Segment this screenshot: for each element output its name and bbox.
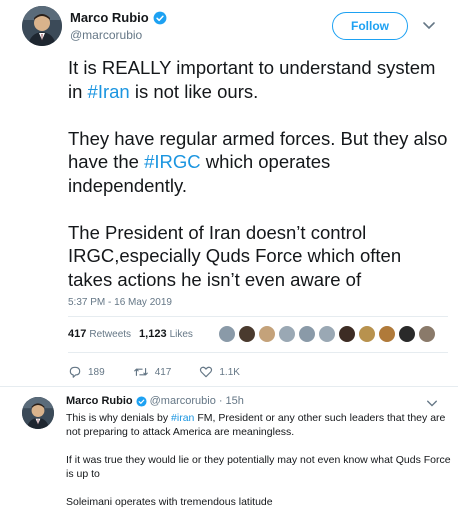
text-segment: is not like ours. bbox=[129, 80, 259, 102]
reply-author-handle[interactable]: @marcorubio bbox=[150, 395, 216, 407]
avatar-image bbox=[22, 6, 62, 46]
tweet-paragraph: The President of Iran doesn’t control IR… bbox=[68, 221, 448, 292]
author-name[interactable]: Marco Rubio bbox=[70, 10, 149, 25]
tweet-paragraph: It is REALLY important to understand sys… bbox=[68, 56, 448, 103]
text-segment: Soleimani operates with tremendous latit… bbox=[66, 496, 273, 508]
reply-paragraph: Soleimani operates with tremendous latit… bbox=[66, 495, 452, 509]
tweet-paragraph: They have regular armed forces. But they… bbox=[68, 127, 448, 198]
hashtag-link[interactable]: #Iran bbox=[88, 81, 130, 102]
follow-button[interactable]: Follow bbox=[332, 12, 408, 40]
author-block: Marco Rubio @marcorubio bbox=[70, 10, 167, 42]
liker-avatar[interactable] bbox=[278, 325, 296, 343]
divider bbox=[68, 352, 448, 353]
heart-icon bbox=[200, 366, 213, 378]
liker-avatar[interactable] bbox=[238, 325, 256, 343]
likes-count: 1,123 bbox=[139, 328, 167, 340]
tweet-timestamp[interactable]: 5:37 PM - 16 May 2019 bbox=[68, 297, 172, 308]
tweet-stats: 417 Retweets 1,123 Likes bbox=[68, 328, 201, 340]
like-count: 1.1K bbox=[219, 366, 240, 378]
author-handle[interactable]: @marcorubio bbox=[70, 28, 167, 42]
liker-avatar[interactable] bbox=[298, 325, 316, 343]
liker-avatar[interactable] bbox=[318, 325, 336, 343]
retweet-count: 417 bbox=[154, 366, 172, 378]
verified-badge-icon bbox=[153, 11, 167, 24]
name-row: Marco Rubio bbox=[70, 10, 167, 25]
likes-stat[interactable]: 1,123 Likes bbox=[139, 328, 193, 340]
reply-header: Marco Rubio @marcorubio · 15h bbox=[66, 395, 244, 407]
liker-avatar[interactable] bbox=[378, 325, 396, 343]
divider bbox=[68, 316, 448, 317]
reply-count: 189 bbox=[88, 366, 105, 378]
liker-avatar[interactable] bbox=[258, 325, 276, 343]
likes-label: Likes bbox=[169, 329, 193, 340]
hashtag-link[interactable]: #IRGC bbox=[144, 151, 201, 172]
chevron-down-icon[interactable] bbox=[426, 397, 438, 409]
liker-avatar[interactable] bbox=[338, 325, 356, 343]
chevron-down-icon[interactable] bbox=[422, 18, 436, 32]
liker-avatar[interactable] bbox=[418, 325, 436, 343]
retweets-count: 417 bbox=[68, 328, 87, 340]
hashtag-link[interactable]: #iran bbox=[171, 412, 194, 424]
text-segment: The President of Iran doesn’t control IR… bbox=[68, 221, 402, 290]
reply-text: This is why denials by #iran FM, Preside… bbox=[66, 411, 452, 520]
reply-icon bbox=[69, 366, 81, 378]
liker-avatars bbox=[218, 325, 438, 343]
tweet-header: Marco Rubio @marcorubio Follow bbox=[22, 6, 442, 50]
tweet-text: It is REALLY important to understand sys… bbox=[68, 56, 448, 291]
retweet-button[interactable]: 417 bbox=[133, 365, 172, 379]
reply-author-name[interactable]: Marco Rubio bbox=[66, 395, 133, 407]
tweet-actions: 189 417 1.1K bbox=[68, 365, 268, 379]
reply-button[interactable]: 189 bbox=[68, 365, 105, 379]
text-segment: If it was true they would lie or they po… bbox=[66, 454, 451, 480]
retweets-stat[interactable]: 417 Retweets bbox=[68, 328, 131, 340]
like-button[interactable]: 1.1K bbox=[199, 365, 240, 379]
liker-avatar[interactable] bbox=[218, 325, 236, 343]
verified-badge-icon bbox=[136, 395, 147, 407]
retweets-label: Retweets bbox=[89, 329, 132, 340]
retweet-icon bbox=[133, 368, 148, 376]
reply-paragraph: This is why denials by #iran FM, Preside… bbox=[66, 411, 452, 439]
reply-paragraph: If it was true they would lie or they po… bbox=[66, 453, 452, 481]
avatar-image bbox=[22, 397, 54, 429]
liker-avatar[interactable] bbox=[358, 325, 376, 343]
avatar[interactable] bbox=[22, 6, 62, 46]
reply-avatar[interactable] bbox=[22, 397, 54, 429]
reply-time[interactable]: · 15h bbox=[219, 395, 244, 407]
text-segment: This is why denials by bbox=[66, 412, 172, 424]
divider bbox=[0, 386, 458, 387]
liker-avatar[interactable] bbox=[398, 325, 416, 343]
